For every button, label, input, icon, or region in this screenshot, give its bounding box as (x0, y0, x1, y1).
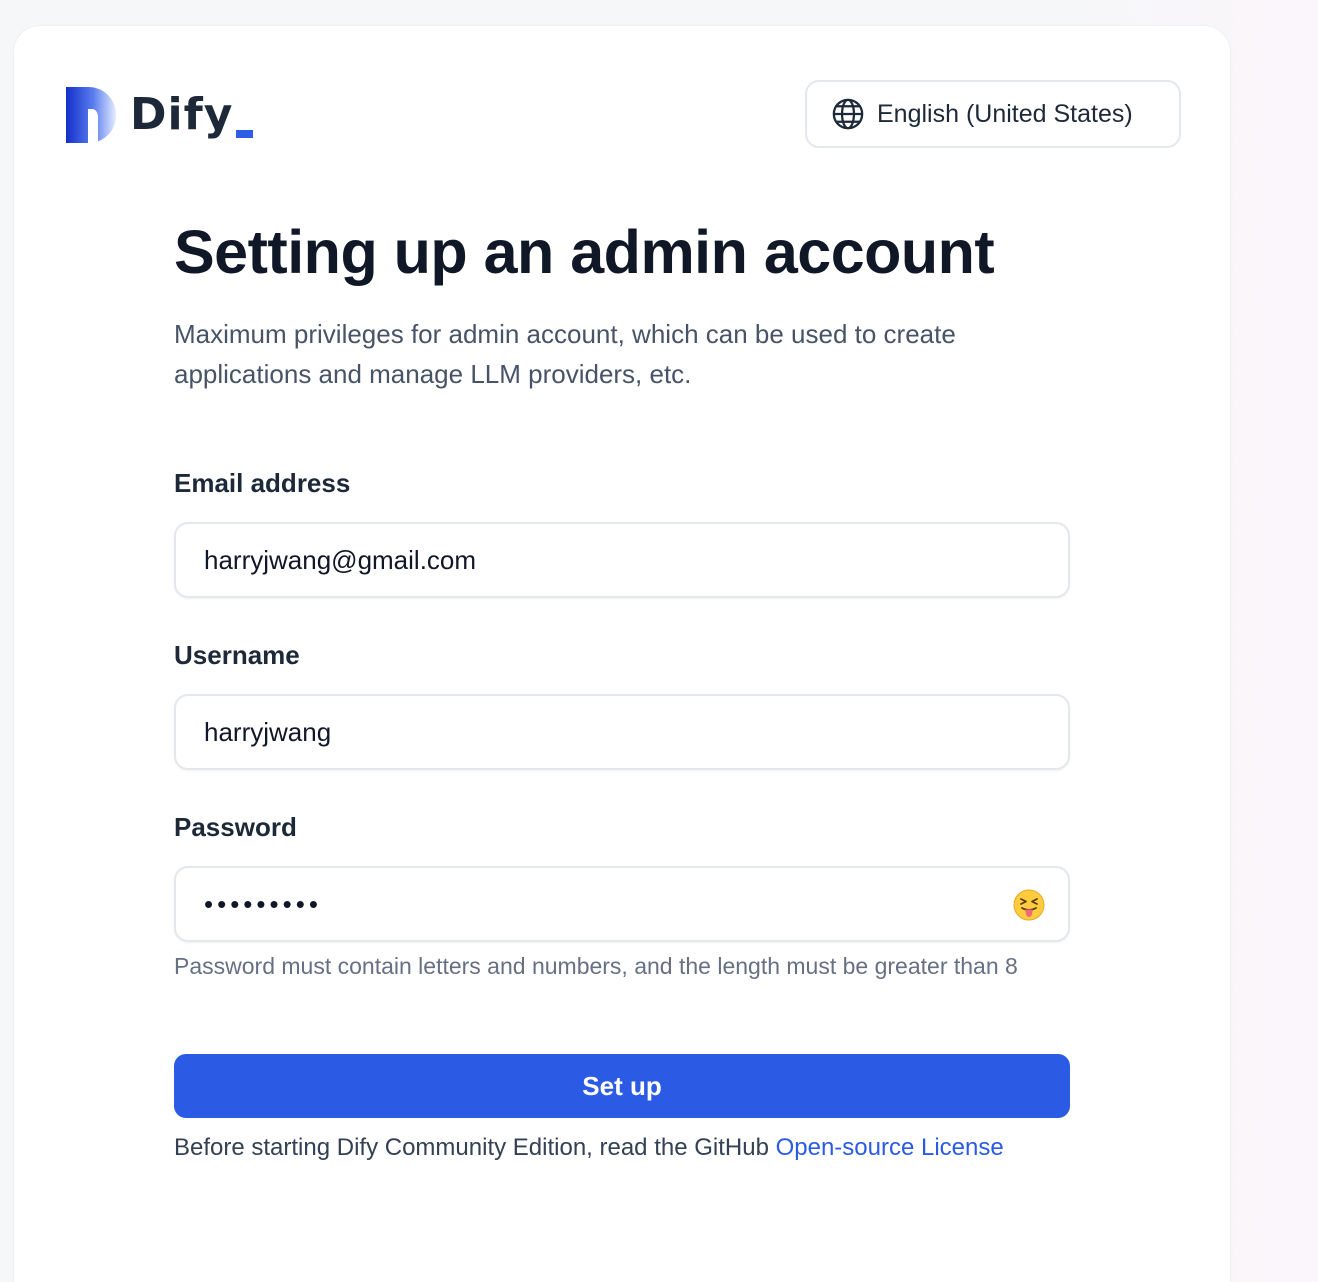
username-field[interactable]: harryjwang (174, 694, 1070, 770)
password-field[interactable]: ••••••••• (174, 866, 1070, 942)
page-title: Setting up an admin account (174, 218, 995, 286)
setup-card: Dify English (United States) Setting up … (14, 26, 1230, 1282)
setup-form-container: Setting up an admin account Maximum priv… (174, 216, 1070, 1161)
license-note: Before starting Dify Community Edition, … (174, 1134, 1134, 1162)
dify-logo-text: Dify (130, 89, 234, 140)
email-field[interactable]: harryjwang@gmail.com (174, 522, 1070, 598)
dify-logo: Dify (66, 86, 254, 144)
setup-button[interactable]: Set up (174, 1054, 1070, 1118)
logo-accent-bar (236, 130, 254, 138)
username-value: harryjwang (204, 716, 332, 747)
language-label: English (United States) (877, 99, 1133, 128)
language-selector-button[interactable]: English (United States) (805, 80, 1181, 148)
dify-logo-mark-icon (66, 87, 116, 143)
password-masked-value: ••••••••• (204, 888, 322, 919)
globe-icon (832, 98, 864, 130)
password-hint: Password must contain letters and number… (174, 953, 1018, 979)
license-note-text: Before starting Dify Community Edition, … (174, 1134, 776, 1161)
open-source-license-link[interactable]: Open-source License (776, 1134, 1004, 1161)
tongue-emoji-icon[interactable] (1012, 888, 1046, 922)
username-label: Username (174, 640, 300, 670)
page-subtitle: Maximum privileges for admin account, wh… (174, 319, 956, 389)
password-label: Password (174, 812, 297, 842)
email-label: Email address (174, 468, 351, 498)
email-value: harryjwang@gmail.com (204, 544, 477, 575)
